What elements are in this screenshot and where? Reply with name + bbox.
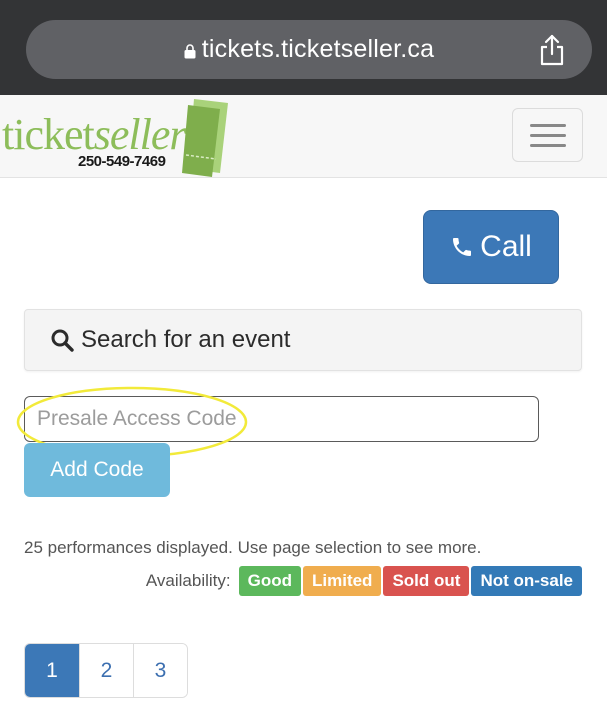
address-bar[interactable]: tickets.ticketseller.ca xyxy=(26,20,592,79)
hamburger-icon-bar xyxy=(530,134,566,137)
search-icon xyxy=(51,329,74,352)
performances-count-text: 25 performances displayed. Use page sele… xyxy=(24,538,482,557)
badge-sold-out: Sold out xyxy=(383,566,470,596)
share-icon[interactable] xyxy=(538,34,566,66)
site-navbar: ticketseller 250-549-7469 xyxy=(0,95,607,178)
call-button-label: Call xyxy=(480,230,532,263)
pagination: 1 2 3 xyxy=(24,643,188,698)
call-button[interactable]: Call xyxy=(423,210,559,284)
logo-phone-number: 250-549-7469 xyxy=(78,153,166,170)
badge-good: Good xyxy=(238,566,301,596)
badge-limited: Limited xyxy=(303,566,382,596)
logo-word-seller: seller xyxy=(93,110,187,159)
page-2-button[interactable]: 2 xyxy=(79,644,133,697)
browser-toolbar: tickets.ticketseller.ca xyxy=(0,0,607,95)
url-text: tickets.ticketseller.ca xyxy=(201,35,435,63)
page-1-button[interactable]: 1 xyxy=(25,644,79,697)
availability-legend: Availability: Good Limited Sold out Not … xyxy=(146,566,582,596)
url-display[interactable]: tickets.ticketseller.ca xyxy=(26,20,592,79)
logo-word-ticket: ticket xyxy=(2,110,95,159)
availability-label: Availability: xyxy=(145,571,231,590)
ticketseller-logo[interactable]: ticketseller 250-549-7469 xyxy=(0,95,240,178)
hamburger-icon xyxy=(530,124,566,127)
search-event-panel[interactable]: Search for an event xyxy=(24,309,582,371)
hamburger-menu-button[interactable] xyxy=(512,108,583,162)
phone-icon xyxy=(453,238,472,256)
search-event-label: Search for an event xyxy=(81,326,291,353)
add-code-button[interactable]: Add Code xyxy=(24,443,170,497)
hamburger-icon-bar xyxy=(530,144,566,147)
ticket-graphic-icon xyxy=(182,99,228,177)
lock-icon xyxy=(184,43,196,58)
badge-not-on-sale: Not on-sale xyxy=(471,566,582,596)
presale-access-code-input[interactable] xyxy=(24,396,539,442)
page-3-button[interactable]: 3 xyxy=(133,644,187,697)
